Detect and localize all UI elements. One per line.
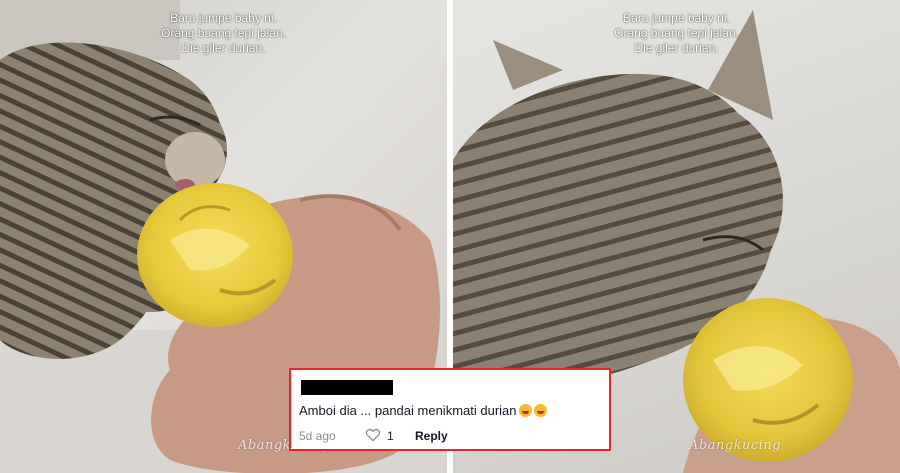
like-count: 1	[387, 429, 394, 443]
redacted-username	[301, 380, 393, 395]
caption-line: Baru jumpe baby ni.	[623, 11, 730, 25]
comment-text: Amboi dia ... pandai menikmati durian	[299, 403, 517, 418]
caption-line: Die giler durian.	[181, 41, 266, 55]
comment-card: Amboi dia ... pandai menikmati durian 5d…	[289, 368, 611, 451]
video-caption-right: Baru jumpe baby ni. Orang buang tepi jal…	[453, 11, 900, 56]
video-caption-left: Baru jumpe baby ni. Orang buang tepi jal…	[0, 11, 447, 56]
watermark-right: Abangkucing	[689, 438, 782, 453]
caption-line: Orang buang tepi jalan.	[614, 26, 739, 40]
reply-button[interactable]: Reply	[415, 429, 448, 443]
comment-text-line: Amboi dia ... pandai menikmati durian	[299, 403, 547, 418]
caption-line: Die giler durian.	[634, 41, 719, 55]
caption-line: Orang buang tepi jalan.	[161, 26, 286, 40]
heart-outline-icon[interactable]	[365, 428, 381, 442]
rolling-on-floor-laughing-icon	[533, 404, 547, 417]
caption-line: Baru jumpe baby ni.	[170, 11, 277, 25]
comment-time: 5d ago	[299, 429, 336, 443]
rolling-on-floor-laughing-icon	[518, 404, 532, 417]
